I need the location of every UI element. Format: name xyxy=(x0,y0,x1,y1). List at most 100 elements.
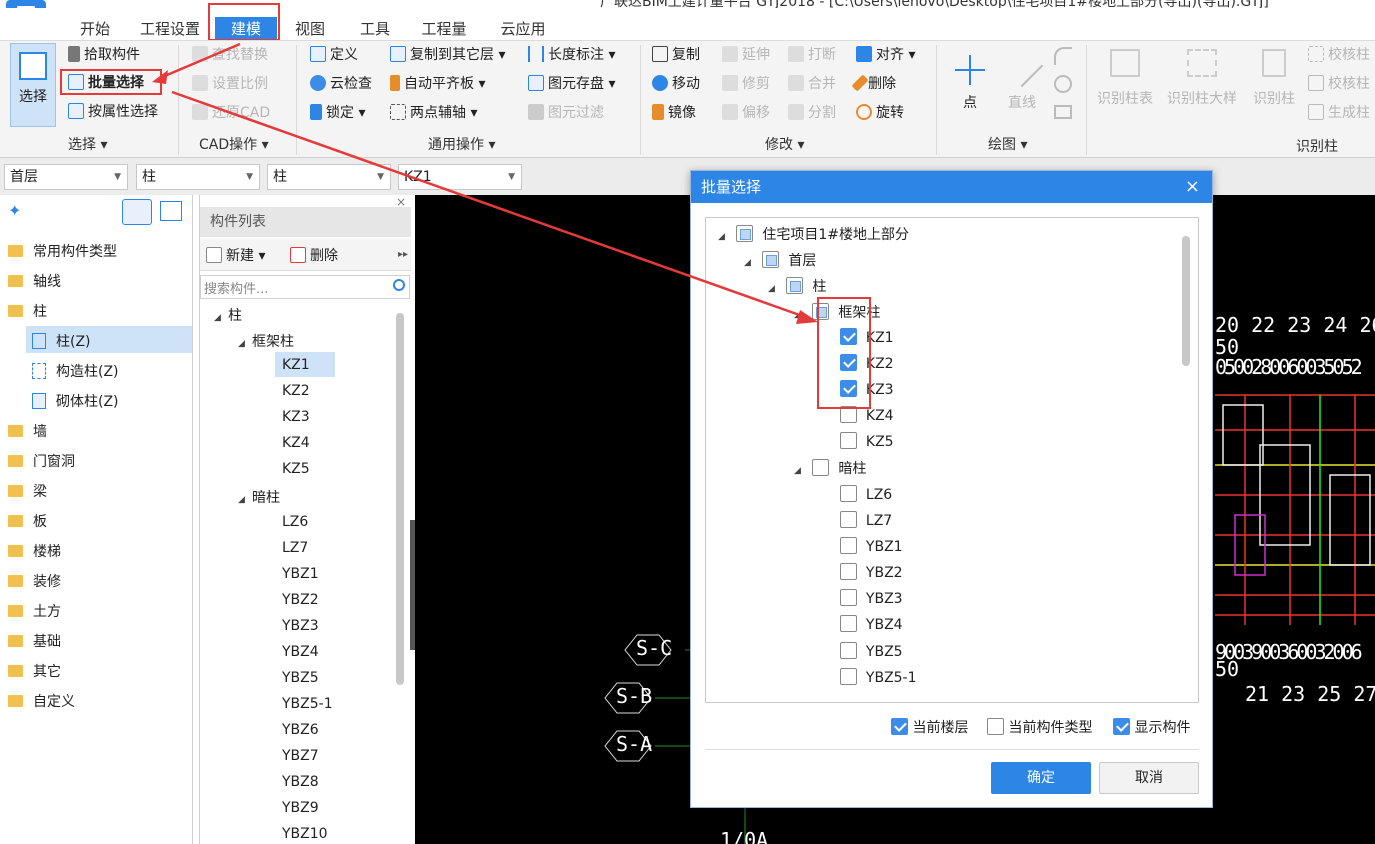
cancel-button[interactable]: 取消 xyxy=(1099,762,1199,794)
show-component-checkbox[interactable] xyxy=(1113,718,1130,735)
offset-button[interactable]: 偏移 xyxy=(722,103,770,123)
nav-axis[interactable]: 轴线 xyxy=(8,271,61,291)
current-floor-checkbox[interactable] xyxy=(891,718,908,735)
rectangle-icon[interactable] xyxy=(1054,105,1072,119)
list-item[interactable]: LZ7 xyxy=(282,540,308,556)
check-column-button-1[interactable]: 校核柱 xyxy=(1308,45,1370,65)
more-icon[interactable]: ▸▸ xyxy=(398,249,408,260)
copy-button[interactable]: 复制 xyxy=(652,45,700,65)
list-item[interactable]: KZ5 xyxy=(282,461,310,477)
delete-component-button[interactable]: 删除 xyxy=(290,246,338,266)
nav-door-window[interactable]: 门窗洞 xyxy=(8,451,75,471)
extend-button[interactable]: 延伸 xyxy=(722,45,770,65)
tree-item[interactable]: YBZ3 xyxy=(840,589,903,607)
nav-column[interactable]: 柱 xyxy=(8,301,47,321)
select-by-attribute-button[interactable]: 按属性选择 xyxy=(68,102,158,122)
list-item[interactable]: KZ3 xyxy=(282,409,310,425)
nav-slab[interactable]: 板 xyxy=(8,511,47,531)
hidden-column-checkbox[interactable] xyxy=(812,459,830,476)
list-item[interactable]: YBZ2 xyxy=(282,592,319,608)
nav-masonry-column[interactable]: 砌体柱(Z) xyxy=(32,391,119,411)
auto-align-slab-button[interactable]: 自动平齐板 ▾ xyxy=(390,74,485,94)
nav-foundation[interactable]: 基础 xyxy=(8,631,61,651)
modify-group-label[interactable]: 修改 ▾ xyxy=(765,134,804,154)
list-item[interactable]: YBZ3 xyxy=(282,618,319,634)
find-replace-button[interactable]: 查找替换 xyxy=(192,45,268,65)
nav-custom[interactable]: 自定义 xyxy=(8,691,75,711)
list-root-column[interactable]: ◢ 柱 xyxy=(214,305,242,325)
circle-icon[interactable] xyxy=(1054,75,1072,93)
move-button[interactable]: 移动 xyxy=(652,74,700,94)
restore-cad-button[interactable]: 还原CAD xyxy=(192,103,270,123)
dialog-scrollbar[interactable] xyxy=(1182,236,1190,366)
cloud-check-button[interactable]: 云检查 xyxy=(310,74,372,94)
align-button[interactable]: 对齐 ▾ xyxy=(856,45,915,65)
break-button[interactable]: 打断 xyxy=(788,45,836,65)
define-button[interactable]: 定义 xyxy=(310,45,358,65)
current-type-checkbox[interactable] xyxy=(987,718,1004,735)
tree-item[interactable]: KZ5 xyxy=(840,432,894,450)
list-hidden-column-group[interactable]: ◢ 暗柱 xyxy=(238,487,280,507)
nav-constructional-column[interactable]: 构造柱(Z) xyxy=(32,361,119,381)
type-dropdown[interactable]: 柱 ▼ xyxy=(136,164,260,190)
mirror-button[interactable]: 镜像 xyxy=(652,103,696,123)
list-item[interactable]: YBZ4 xyxy=(282,644,319,660)
trim-button[interactable]: 修剪 xyxy=(722,74,770,94)
nav-decoration[interactable]: 装修 xyxy=(8,571,61,591)
list-item[interactable]: YBZ6 xyxy=(282,722,319,738)
save-element-button[interactable]: 图元存盘 ▾ xyxy=(528,74,615,94)
tree-hidden-column[interactable]: ◢ 暗柱 xyxy=(794,458,866,478)
tree-view-icon[interactable] xyxy=(122,199,152,225)
item-checkbox[interactable] xyxy=(840,642,857,659)
list-item[interactable]: KZ2 xyxy=(282,383,310,399)
floor-checkbox[interactable] xyxy=(762,251,780,268)
lock-button[interactable]: 锁定 ▾ xyxy=(310,103,365,123)
list-item[interactable]: YBZ5-1 xyxy=(282,696,333,712)
option-current-type[interactable]: 当前构件类型 xyxy=(987,717,1092,737)
search-icon[interactable] xyxy=(393,279,405,291)
ok-button[interactable]: 确定 xyxy=(991,762,1091,794)
tree-item[interactable]: LZ6 xyxy=(840,485,892,503)
list-item[interactable]: YBZ9 xyxy=(282,800,319,816)
tree-item[interactable]: YBZ4 xyxy=(840,615,903,633)
tree-item[interactable]: YBZ5 xyxy=(840,642,903,660)
recognize-column-button[interactable]: 识别柱 xyxy=(1250,45,1298,109)
split-button[interactable]: 分割 xyxy=(788,103,836,123)
item-checkbox[interactable] xyxy=(840,615,857,632)
tree-item[interactable]: YBZ1 xyxy=(840,537,903,555)
select-group-label[interactable]: 选择 ▾ xyxy=(68,134,107,154)
nav-other[interactable]: 其它 xyxy=(8,661,61,681)
draw-point-button[interactable]: 点 xyxy=(952,45,988,113)
tree-item[interactable]: LZ7 xyxy=(840,511,892,529)
subtype-dropdown[interactable]: 柱 ▼ xyxy=(267,164,391,190)
delete-element-button[interactable]: 删除 xyxy=(851,74,896,94)
tree-item[interactable]: YBZ5-1 xyxy=(840,668,917,686)
item-checkbox[interactable] xyxy=(840,589,857,606)
nav-wall[interactable]: 墙 xyxy=(8,421,47,441)
root-checkbox[interactable] xyxy=(736,225,754,242)
option-show-component[interactable]: 显示构件 xyxy=(1113,717,1190,737)
set-scale-button[interactable]: 设置比例 xyxy=(192,74,268,94)
component-dropdown[interactable]: KZ1 ▼ xyxy=(398,164,522,190)
item-checkbox[interactable] xyxy=(840,485,857,502)
two-point-axis-button[interactable]: 两点辅轴 ▾ xyxy=(390,103,477,123)
common-group-label[interactable]: 通用操作 ▾ xyxy=(428,134,495,154)
list-item[interactable]: YBZ7 xyxy=(282,748,319,764)
filter-element-button[interactable]: 图元过滤 xyxy=(528,103,604,123)
length-mark-button[interactable]: 长度标注 ▾ xyxy=(528,45,615,65)
new-component-button[interactable]: 新建 ▾ xyxy=(206,246,265,266)
draw-line-button[interactable]: 直线 xyxy=(1000,44,1044,113)
item-checkbox[interactable] xyxy=(840,668,857,685)
item-checkbox[interactable] xyxy=(840,563,857,580)
copy-to-floor-button[interactable]: 复制到其它层 ▾ xyxy=(390,45,505,65)
item-checkbox[interactable] xyxy=(840,432,857,449)
rotate-button[interactable]: 旋转 xyxy=(856,103,904,123)
nav-beam[interactable]: 梁 xyxy=(8,481,47,501)
list-item[interactable]: YBZ8 xyxy=(282,774,319,790)
item-checkbox[interactable] xyxy=(840,511,857,528)
recognize-column-table-button[interactable]: 识别柱表 xyxy=(1094,45,1156,109)
list-item[interactable]: LZ6 xyxy=(282,514,308,530)
arc-icon[interactable] xyxy=(1054,47,1072,65)
nav-stairs[interactable]: 楼梯 xyxy=(8,541,61,561)
pick-component-button[interactable]: 拾取构件 xyxy=(68,45,140,65)
